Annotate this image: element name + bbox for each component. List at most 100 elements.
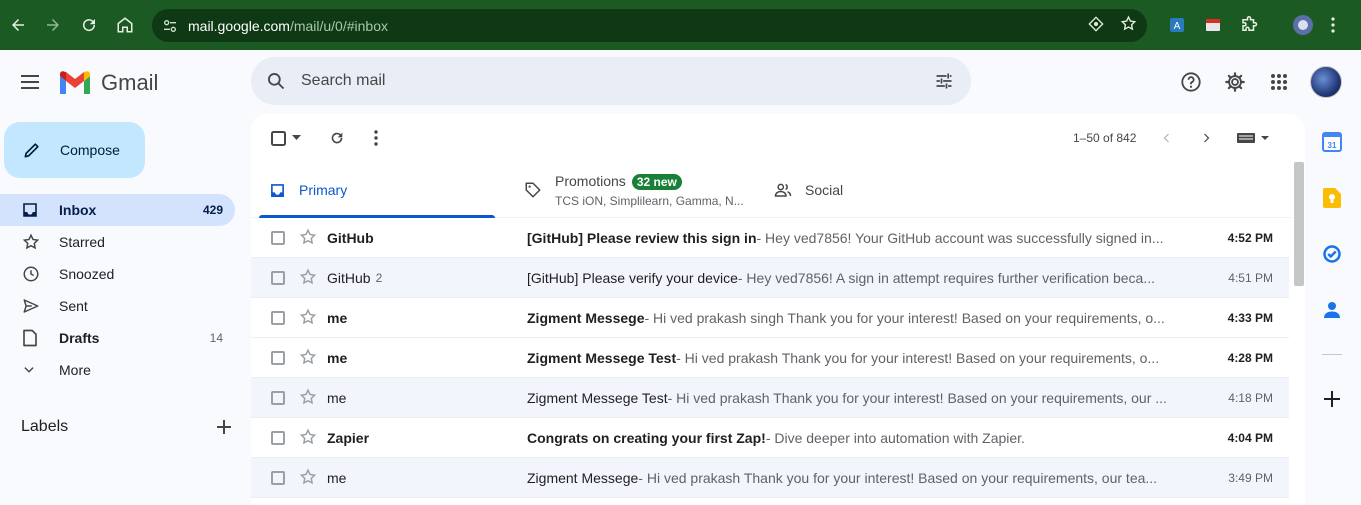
settings-gear-icon[interactable] [1221,66,1249,98]
calendar-icon[interactable]: 31 [1320,130,1344,154]
row-checkbox[interactable] [271,231,285,245]
forward-icon[interactable] [35,7,71,43]
app-title[interactable]: Gmail [101,70,158,96]
email-row[interactable]: me Zigment Messege Test - Hi ved prakash… [251,378,1289,418]
email-row[interactable]: Zapier Congrats on creating your first Z… [251,418,1289,458]
star-icon[interactable] [299,428,317,446]
search-input[interactable]: Search mail [301,72,917,90]
get-addons-plus-icon[interactable] [1320,387,1344,411]
input-tools-keyboard-icon[interactable] [1233,126,1273,150]
star-icon[interactable] [299,348,317,366]
select-dropdown-icon[interactable] [289,126,303,150]
row-checkbox[interactable] [271,351,285,365]
sidebar-item-snoozed[interactable]: Snoozed [0,258,235,290]
email-row[interactable]: GitHub 2 [GitHub] Please verify your devi… [251,258,1289,298]
sidebar-item-starred[interactable]: Starred [0,226,235,258]
sidebar-item-label: Drafts [59,330,100,346]
more-options-icon[interactable] [369,126,383,150]
sidebar-item-drafts[interactable]: Drafts 14 [0,322,235,354]
tab-promotions[interactable]: Promotions 32 new TCS iON, Simplilearn, G… [511,162,759,218]
address-bar[interactable]: mail.google.com/mail/u/0/#inbox [152,9,1147,42]
email-content: Congrats on creating your first Zap! - D… [527,418,1179,458]
gmail-logo[interactable] [58,70,92,96]
star-icon[interactable] [299,228,317,246]
sidebar-item-label: Starred [59,234,105,250]
email-subject: Congrats on creating your first Zap! [527,430,766,446]
url-text: mail.google.com/mail/u/0/#inbox [188,18,388,34]
email-sender: GitHub 2 [327,258,507,298]
search-icon[interactable] [251,71,301,91]
sender-name: Zapier [327,430,370,446]
apps-grid-icon[interactable] [1265,66,1293,98]
contacts-icon[interactable] [1320,298,1344,322]
keep-icon[interactable] [1320,186,1344,210]
profile-avatar-icon[interactable] [1292,13,1314,37]
browser-menu-icon[interactable] [1326,13,1340,37]
sidebar-item-inbox[interactable]: Inbox 429 [0,194,235,226]
email-subject: Zigment Messege [527,310,645,326]
tasks-icon[interactable] [1320,242,1344,266]
main-menu-icon[interactable] [18,70,42,94]
row-checkbox[interactable] [271,311,285,325]
site-info-icon[interactable] [152,18,188,34]
translate-icon[interactable] [1088,15,1104,36]
email-row[interactable]: me Zigment Messege - Hi ved prakash sing… [251,298,1289,338]
search-bar[interactable]: Search mail [251,57,971,105]
category-tabs: Primary Promotions 32 new TCS iON, Simpli… [251,162,1291,218]
row-checkbox[interactable] [271,271,285,285]
tab-social[interactable]: Social [761,162,941,218]
select-all-checkbox[interactable] [269,126,287,150]
email-time: 4:52 PM [1227,231,1273,245]
home-icon[interactable] [107,7,143,43]
labels-heading: Labels [21,418,69,435]
account-avatar[interactable] [1310,66,1342,98]
star-icon[interactable] [299,268,317,286]
sidebar-item-label: Snoozed [59,266,115,282]
compose-label: Compose [60,142,120,158]
email-row[interactable]: me Zigment Messege Test - Hi ved prakash… [251,338,1289,378]
tab-label: Social [805,182,844,198]
scrollbar-thumb[interactable] [1294,162,1304,286]
back-icon[interactable] [0,7,36,43]
create-label-plus-icon[interactable] [217,414,231,440]
extension-window-icon[interactable] [1203,13,1223,37]
sidebar-nav: Inbox 429 Starred Snoozed Sent Drafts 14… [0,194,240,386]
email-time: 4:51 PM [1228,271,1273,285]
email-time: 4:28 PM [1227,351,1273,365]
star-icon[interactable] [299,468,317,486]
row-checkbox[interactable] [271,391,285,405]
help-icon[interactable] [1177,66,1205,98]
newer-chevron-left-icon[interactable] [1157,126,1177,150]
browser-toolbar: mail.google.com/mail/u/0/#inbox A [0,0,1361,50]
sidebar-item-sent[interactable]: Sent [0,290,235,322]
row-checkbox[interactable] [271,471,285,485]
bookmark-star-icon[interactable] [1120,15,1137,36]
drafts-count: 14 [209,331,223,345]
email-content: Zigment Messege - Hi ved prakash singh T… [527,298,1179,338]
email-row[interactable]: me Zigment Messege - Hi ved prakash Than… [251,458,1289,498]
email-row[interactable]: GitHub [GitHub] Please review this sign … [251,218,1289,258]
sidebar-item-label: Inbox [59,202,97,218]
tab-subtitle: TCS iON, Simplilearn, Gamma, N... [555,193,744,208]
reload-icon[interactable] [71,7,107,43]
tab-primary[interactable]: Primary [251,162,495,218]
email-snippet: - Dive deeper into automation with Zapie… [765,430,1025,446]
star-icon[interactable] [299,308,317,326]
email-list: GitHub [GitHub] Please review this sign … [251,218,1289,498]
older-chevron-right-icon[interactable] [1196,126,1216,150]
row-checkbox[interactable] [271,431,285,445]
pagination-label: 1–50 of 842 [1073,131,1137,145]
email-subject: Zigment Messege Test [527,350,677,366]
clock-icon [0,265,59,283]
extension-a-icon[interactable]: A [1167,13,1187,37]
search-options-icon[interactable] [917,71,971,91]
extensions-puzzle-icon[interactable] [1239,13,1259,37]
refresh-icon[interactable] [327,126,347,150]
compose-button[interactable]: Compose [4,122,145,178]
star-icon[interactable] [299,388,317,406]
email-snippet: - Hey ved7856! A sign in attempt require… [737,270,1155,286]
sidebar-item-more[interactable]: More [0,354,235,386]
labels-section: Labels [21,414,231,440]
email-content: Zigment Messege - Hi ved prakash Thank y… [527,458,1179,498]
email-subject: Zigment Messege [527,470,639,486]
